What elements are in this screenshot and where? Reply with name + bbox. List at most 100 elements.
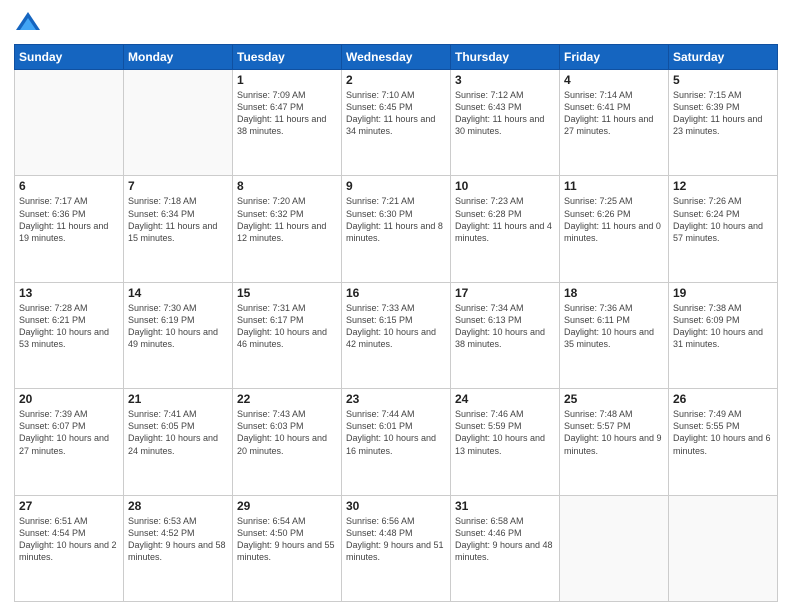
calendar-cell: 6 Sunrise: 7:17 AM Sunset: 6:36 PM Daylig… xyxy=(15,176,124,282)
day-info: Sunrise: 7:39 AM Sunset: 6:07 PM Dayligh… xyxy=(19,408,119,457)
day-info: Sunrise: 7:46 AM Sunset: 5:59 PM Dayligh… xyxy=(455,408,555,457)
calendar-cell: 22 Sunrise: 7:43 AM Sunset: 6:03 PM Dayli… xyxy=(233,389,342,495)
weekday-header-cell: Wednesday xyxy=(342,45,451,70)
day-number: 10 xyxy=(455,179,555,193)
calendar-cell: 24 Sunrise: 7:46 AM Sunset: 5:59 PM Dayli… xyxy=(451,389,560,495)
day-info: Sunrise: 7:17 AM Sunset: 6:36 PM Dayligh… xyxy=(19,195,119,244)
day-number: 16 xyxy=(346,286,446,300)
day-info: Sunrise: 7:30 AM Sunset: 6:19 PM Dayligh… xyxy=(128,302,228,351)
calendar-cell: 1 Sunrise: 7:09 AM Sunset: 6:47 PM Daylig… xyxy=(233,70,342,176)
day-info: Sunrise: 7:09 AM Sunset: 6:47 PM Dayligh… xyxy=(237,89,337,138)
day-number: 26 xyxy=(673,392,773,406)
day-number: 24 xyxy=(455,392,555,406)
calendar-cell: 7Sunrise: 7:18 AM Sunset: 6:34 PM Daylig… xyxy=(124,176,233,282)
calendar-week-row: 6 Sunrise: 7:17 AM Sunset: 6:36 PM Daylig… xyxy=(15,176,778,282)
day-number: 11 xyxy=(564,179,664,193)
day-number: 13 xyxy=(19,286,119,300)
day-info: Sunrise: 7:26 AM Sunset: 6:24 PM Dayligh… xyxy=(673,195,773,244)
calendar-cell: 9Sunrise: 7:21 AM Sunset: 6:30 PM Daylig… xyxy=(342,176,451,282)
day-number: 15 xyxy=(237,286,337,300)
day-info: Sunrise: 7:41 AM Sunset: 6:05 PM Dayligh… xyxy=(128,408,228,457)
day-number: 21 xyxy=(128,392,228,406)
day-info: Sunrise: 7:33 AM Sunset: 6:15 PM Dayligh… xyxy=(346,302,446,351)
calendar-cell: 14Sunrise: 7:30 AM Sunset: 6:19 PM Dayli… xyxy=(124,282,233,388)
day-info: Sunrise: 7:36 AM Sunset: 6:11 PM Dayligh… xyxy=(564,302,664,351)
day-number: 17 xyxy=(455,286,555,300)
day-number: 2 xyxy=(346,73,446,87)
calendar-cell: 28 Sunrise: 6:53 AM Sunset: 4:52 PM Dayli… xyxy=(124,495,233,601)
calendar-cell: 11 Sunrise: 7:25 AM Sunset: 6:26 PM Dayli… xyxy=(560,176,669,282)
day-number: 30 xyxy=(346,499,446,513)
day-info: Sunrise: 7:49 AM Sunset: 5:55 PM Dayligh… xyxy=(673,408,773,457)
day-number: 18 xyxy=(564,286,664,300)
calendar-cell: 30 Sunrise: 6:56 AM Sunset: 4:48 PM Dayli… xyxy=(342,495,451,601)
calendar-body: 1 Sunrise: 7:09 AM Sunset: 6:47 PM Daylig… xyxy=(15,70,778,602)
day-info: Sunrise: 6:54 AM Sunset: 4:50 PM Dayligh… xyxy=(237,515,337,564)
calendar-cell: 25Sunrise: 7:48 AM Sunset: 5:57 PM Dayli… xyxy=(560,389,669,495)
calendar-table: SundayMondayTuesdayWednesdayThursdayFrid… xyxy=(14,44,778,602)
calendar-cell: 21 Sunrise: 7:41 AM Sunset: 6:05 PM Dayli… xyxy=(124,389,233,495)
weekday-header-cell: Saturday xyxy=(669,45,778,70)
calendar-week-row: 27Sunrise: 6:51 AM Sunset: 4:54 PM Dayli… xyxy=(15,495,778,601)
day-number: 29 xyxy=(237,499,337,513)
day-number: 9 xyxy=(346,179,446,193)
day-number: 25 xyxy=(564,392,664,406)
day-info: Sunrise: 7:25 AM Sunset: 6:26 PM Dayligh… xyxy=(564,195,664,244)
calendar-cell: 26 Sunrise: 7:49 AM Sunset: 5:55 PM Dayli… xyxy=(669,389,778,495)
logo-icon xyxy=(14,10,42,38)
day-number: 8 xyxy=(237,179,337,193)
day-info: Sunrise: 7:31 AM Sunset: 6:17 PM Dayligh… xyxy=(237,302,337,351)
header xyxy=(14,10,778,38)
weekday-header-row: SundayMondayTuesdayWednesdayThursdayFrid… xyxy=(15,45,778,70)
calendar-cell xyxy=(560,495,669,601)
day-info: Sunrise: 6:53 AM Sunset: 4:52 PM Dayligh… xyxy=(128,515,228,564)
calendar-cell xyxy=(15,70,124,176)
weekday-header-cell: Monday xyxy=(124,45,233,70)
day-info: Sunrise: 7:18 AM Sunset: 6:34 PM Dayligh… xyxy=(128,195,228,244)
day-number: 6 xyxy=(19,179,119,193)
logo xyxy=(14,10,46,38)
day-info: Sunrise: 7:15 AM Sunset: 6:39 PM Dayligh… xyxy=(673,89,773,138)
day-number: 22 xyxy=(237,392,337,406)
day-number: 23 xyxy=(346,392,446,406)
calendar-cell: 23Sunrise: 7:44 AM Sunset: 6:01 PM Dayli… xyxy=(342,389,451,495)
day-info: Sunrise: 7:12 AM Sunset: 6:43 PM Dayligh… xyxy=(455,89,555,138)
calendar-cell: 10 Sunrise: 7:23 AM Sunset: 6:28 PM Dayli… xyxy=(451,176,560,282)
calendar-cell: 16 Sunrise: 7:33 AM Sunset: 6:15 PM Dayli… xyxy=(342,282,451,388)
calendar-cell: 27Sunrise: 6:51 AM Sunset: 4:54 PM Dayli… xyxy=(15,495,124,601)
page: SundayMondayTuesdayWednesdayThursdayFrid… xyxy=(0,0,792,612)
day-number: 1 xyxy=(237,73,337,87)
day-info: Sunrise: 7:23 AM Sunset: 6:28 PM Dayligh… xyxy=(455,195,555,244)
day-number: 31 xyxy=(455,499,555,513)
day-info: Sunrise: 7:20 AM Sunset: 6:32 PM Dayligh… xyxy=(237,195,337,244)
calendar-cell xyxy=(669,495,778,601)
day-number: 4 xyxy=(564,73,664,87)
calendar-cell: 8 Sunrise: 7:20 AM Sunset: 6:32 PM Daylig… xyxy=(233,176,342,282)
day-number: 28 xyxy=(128,499,228,513)
day-number: 5 xyxy=(673,73,773,87)
day-info: Sunrise: 6:51 AM Sunset: 4:54 PM Dayligh… xyxy=(19,515,119,564)
calendar-cell: 5 Sunrise: 7:15 AM Sunset: 6:39 PM Daylig… xyxy=(669,70,778,176)
day-number: 12 xyxy=(673,179,773,193)
day-info: Sunrise: 7:43 AM Sunset: 6:03 PM Dayligh… xyxy=(237,408,337,457)
calendar-cell: 3 Sunrise: 7:12 AM Sunset: 6:43 PM Daylig… xyxy=(451,70,560,176)
day-number: 19 xyxy=(673,286,773,300)
calendar-cell: 12 Sunrise: 7:26 AM Sunset: 6:24 PM Dayli… xyxy=(669,176,778,282)
weekday-header-cell: Sunday xyxy=(15,45,124,70)
calendar-cell: 2 Sunrise: 7:10 AM Sunset: 6:45 PM Daylig… xyxy=(342,70,451,176)
day-info: Sunrise: 7:38 AM Sunset: 6:09 PM Dayligh… xyxy=(673,302,773,351)
day-info: Sunrise: 7:10 AM Sunset: 6:45 PM Dayligh… xyxy=(346,89,446,138)
weekday-header-cell: Friday xyxy=(560,45,669,70)
calendar-week-row: 20Sunrise: 7:39 AM Sunset: 6:07 PM Dayli… xyxy=(15,389,778,495)
calendar-cell: 18 Sunrise: 7:36 AM Sunset: 6:11 PM Dayli… xyxy=(560,282,669,388)
day-info: Sunrise: 6:56 AM Sunset: 4:48 PM Dayligh… xyxy=(346,515,446,564)
day-info: Sunrise: 6:58 AM Sunset: 4:46 PM Dayligh… xyxy=(455,515,555,564)
calendar-week-row: 1 Sunrise: 7:09 AM Sunset: 6:47 PM Daylig… xyxy=(15,70,778,176)
calendar-cell xyxy=(124,70,233,176)
calendar-week-row: 13 Sunrise: 7:28 AM Sunset: 6:21 PM Dayli… xyxy=(15,282,778,388)
day-info: Sunrise: 7:34 AM Sunset: 6:13 PM Dayligh… xyxy=(455,302,555,351)
day-number: 3 xyxy=(455,73,555,87)
weekday-header-cell: Tuesday xyxy=(233,45,342,70)
calendar-cell: 4Sunrise: 7:14 AM Sunset: 6:41 PM Daylig… xyxy=(560,70,669,176)
day-info: Sunrise: 7:28 AM Sunset: 6:21 PM Dayligh… xyxy=(19,302,119,351)
